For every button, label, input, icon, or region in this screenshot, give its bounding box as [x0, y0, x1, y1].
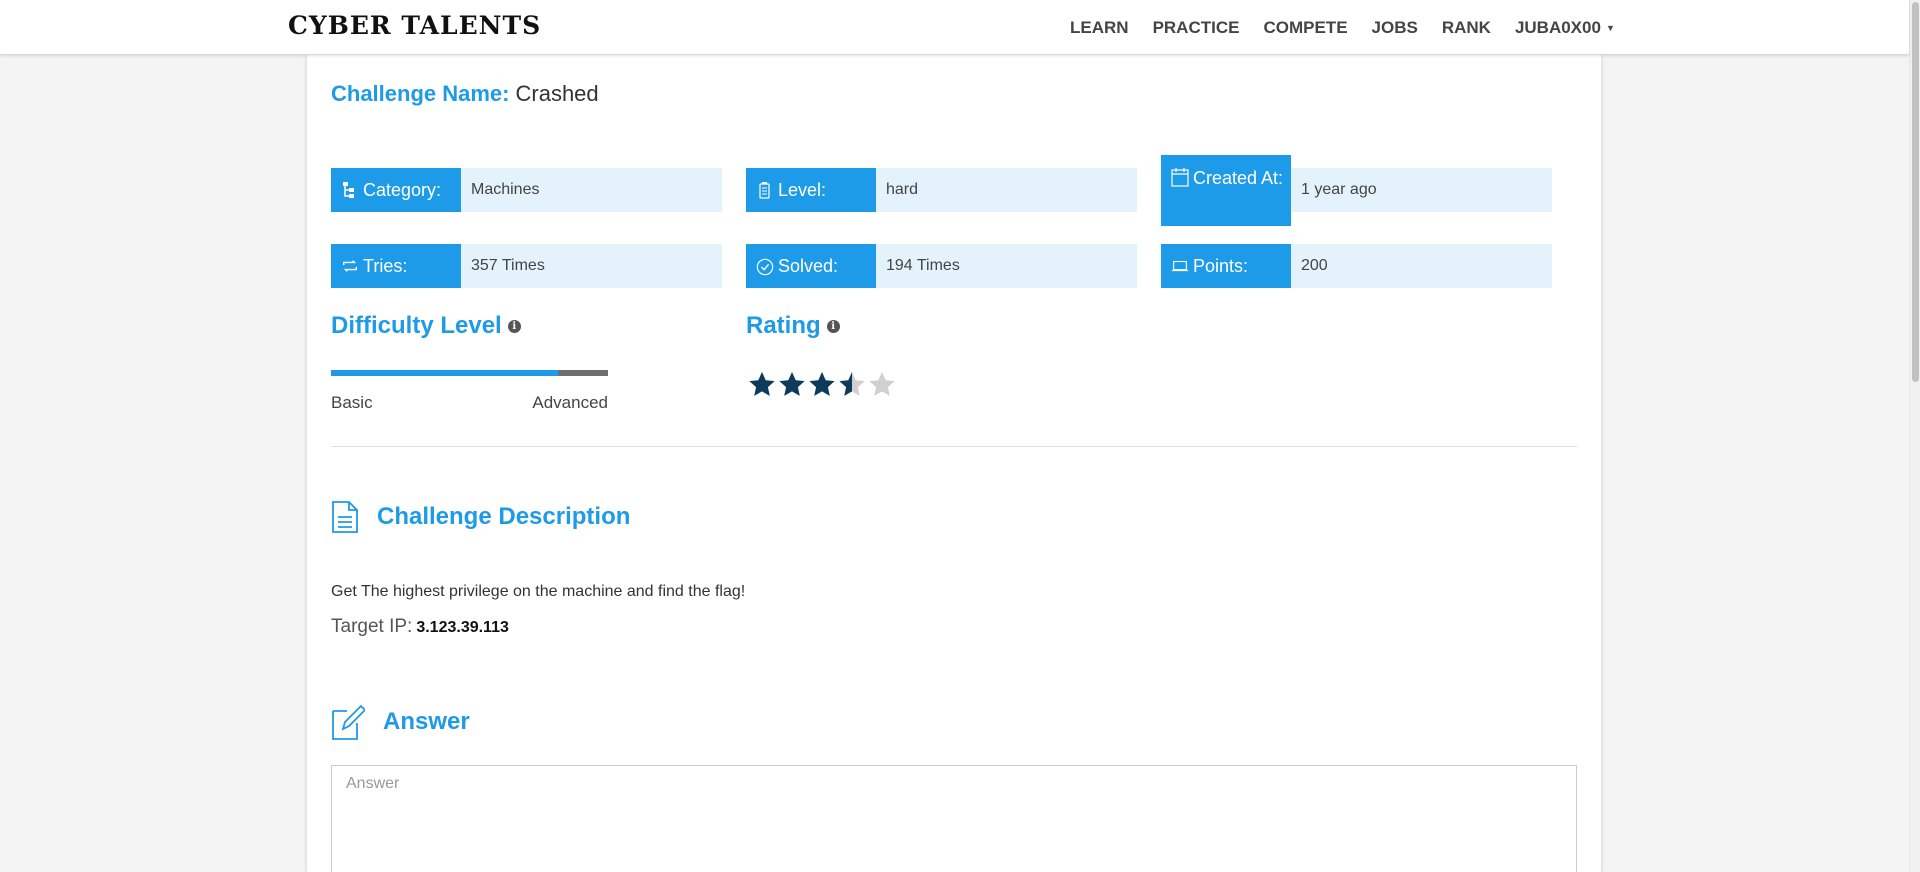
sitemap-icon: [341, 181, 359, 199]
edit-icon: [331, 703, 365, 741]
rating-heading: Rating i: [746, 312, 840, 340]
info-tries: Tries: 357 Times: [331, 244, 722, 288]
user-menu[interactable]: JUBA0X00 ▼: [1515, 18, 1615, 38]
difficulty-bar: [331, 370, 608, 376]
rating-star-1[interactable]: [747, 370, 777, 400]
info-points: Points: 200: [1161, 244, 1552, 288]
difficulty-bar-fill: [331, 370, 559, 376]
description-heading: Challenge Description: [331, 501, 630, 533]
laptop-icon: [1171, 257, 1189, 275]
rating-star-4[interactable]: [837, 370, 867, 400]
rating-star-3[interactable]: [807, 370, 837, 400]
top-navbar: CYBER TALENTS LEARN PRACTICE COMPETE JOB…: [0, 0, 1909, 55]
info-solved-label: Solved:: [746, 244, 876, 288]
challenge-name: Challenge Name: Crashed: [331, 81, 599, 107]
nav-compete[interactable]: COMPETE: [1263, 18, 1347, 38]
nav-learn[interactable]: LEARN: [1070, 18, 1129, 38]
created-label-text: Created At:: [1193, 168, 1284, 188]
nav-practice[interactable]: PRACTICE: [1153, 18, 1240, 38]
caret-down-icon: ▼: [1605, 22, 1615, 33]
tries-label-text: Tries:: [363, 255, 408, 276]
page-scrollbar[interactable]: [1909, 0, 1920, 872]
nav-rank[interactable]: RANK: [1442, 18, 1491, 38]
nav-jobs[interactable]: JOBS: [1372, 18, 1418, 38]
description-title: Challenge Description: [377, 503, 631, 530]
level-label-text: Level:: [778, 179, 827, 200]
difficulty-heading: Difficulty Level i: [331, 312, 521, 340]
check-circle-icon: [756, 257, 774, 276]
info-circle-icon[interactable]: i: [826, 319, 840, 333]
info-level-label: Level:: [746, 168, 876, 212]
tries-value: 357 Times: [461, 244, 722, 288]
battery-icon: [756, 181, 774, 199]
user-name: JUBA0X00: [1514, 17, 1601, 37]
difficulty-min-label: Basic: [331, 393, 373, 412]
scrollbar-thumb[interactable]: [1912, 2, 1919, 382]
answer-input[interactable]: [331, 765, 1577, 872]
target-ip-value[interactable]: 3.123.39.113: [416, 619, 509, 636]
info-solved: Solved: 194 Times: [746, 244, 1137, 288]
answer-heading: Answer: [331, 703, 470, 741]
info-created-label: Created At:: [1161, 155, 1291, 226]
category-value: Machines: [461, 168, 722, 212]
info-created: Created At: 1 year ago: [1161, 155, 1552, 226]
rating-title: Rating: [746, 312, 821, 339]
brand-logo[interactable]: CYBER TALENTS: [288, 11, 541, 40]
retweet-icon: [341, 257, 359, 275]
info-category: Category: Machines: [331, 168, 722, 212]
calendar-icon: [1171, 167, 1189, 187]
category-label-text: Category:: [363, 179, 442, 200]
rating-stars[interactable]: [747, 370, 897, 400]
nav-links: LEARN PRACTICE COMPETE JOBS RANK JUBA0X0…: [1070, 0, 1615, 55]
divider: [331, 446, 1577, 447]
solved-label-text: Solved:: [778, 255, 839, 276]
challenge-name-value: Crashed: [515, 81, 599, 106]
description-text: Get The highest privilege on the machine…: [331, 583, 746, 600]
solved-value: 194 Times: [876, 244, 1137, 288]
info-tries-label: Tries:: [331, 244, 461, 288]
info-level: Level: hard: [746, 168, 1137, 212]
target-ip-label: Target IP:: [331, 616, 413, 637]
level-value: hard: [876, 168, 1137, 212]
document-icon: [331, 501, 359, 533]
answer-title: Answer: [383, 708, 470, 735]
created-value: 1 year ago: [1291, 168, 1552, 212]
points-value: 200: [1291, 244, 1552, 288]
challenge-card: Challenge Name: Crashed Category: Machine…: [307, 55, 1601, 872]
info-category-label: Category:: [331, 168, 461, 212]
points-label-text: Points:: [1193, 255, 1249, 276]
difficulty-title: Difficulty Level: [331, 312, 502, 339]
rating-star-2[interactable]: [777, 370, 807, 400]
info-points-label: Points:: [1161, 244, 1291, 288]
target-ip: Target IP: 3.123.39.113: [331, 616, 509, 638]
rating-star-5[interactable]: [867, 370, 897, 400]
info-circle-icon[interactable]: i: [507, 319, 521, 333]
challenge-name-label: Challenge Name:: [331, 81, 510, 106]
difficulty-max-label: Advanced: [532, 393, 608, 412]
